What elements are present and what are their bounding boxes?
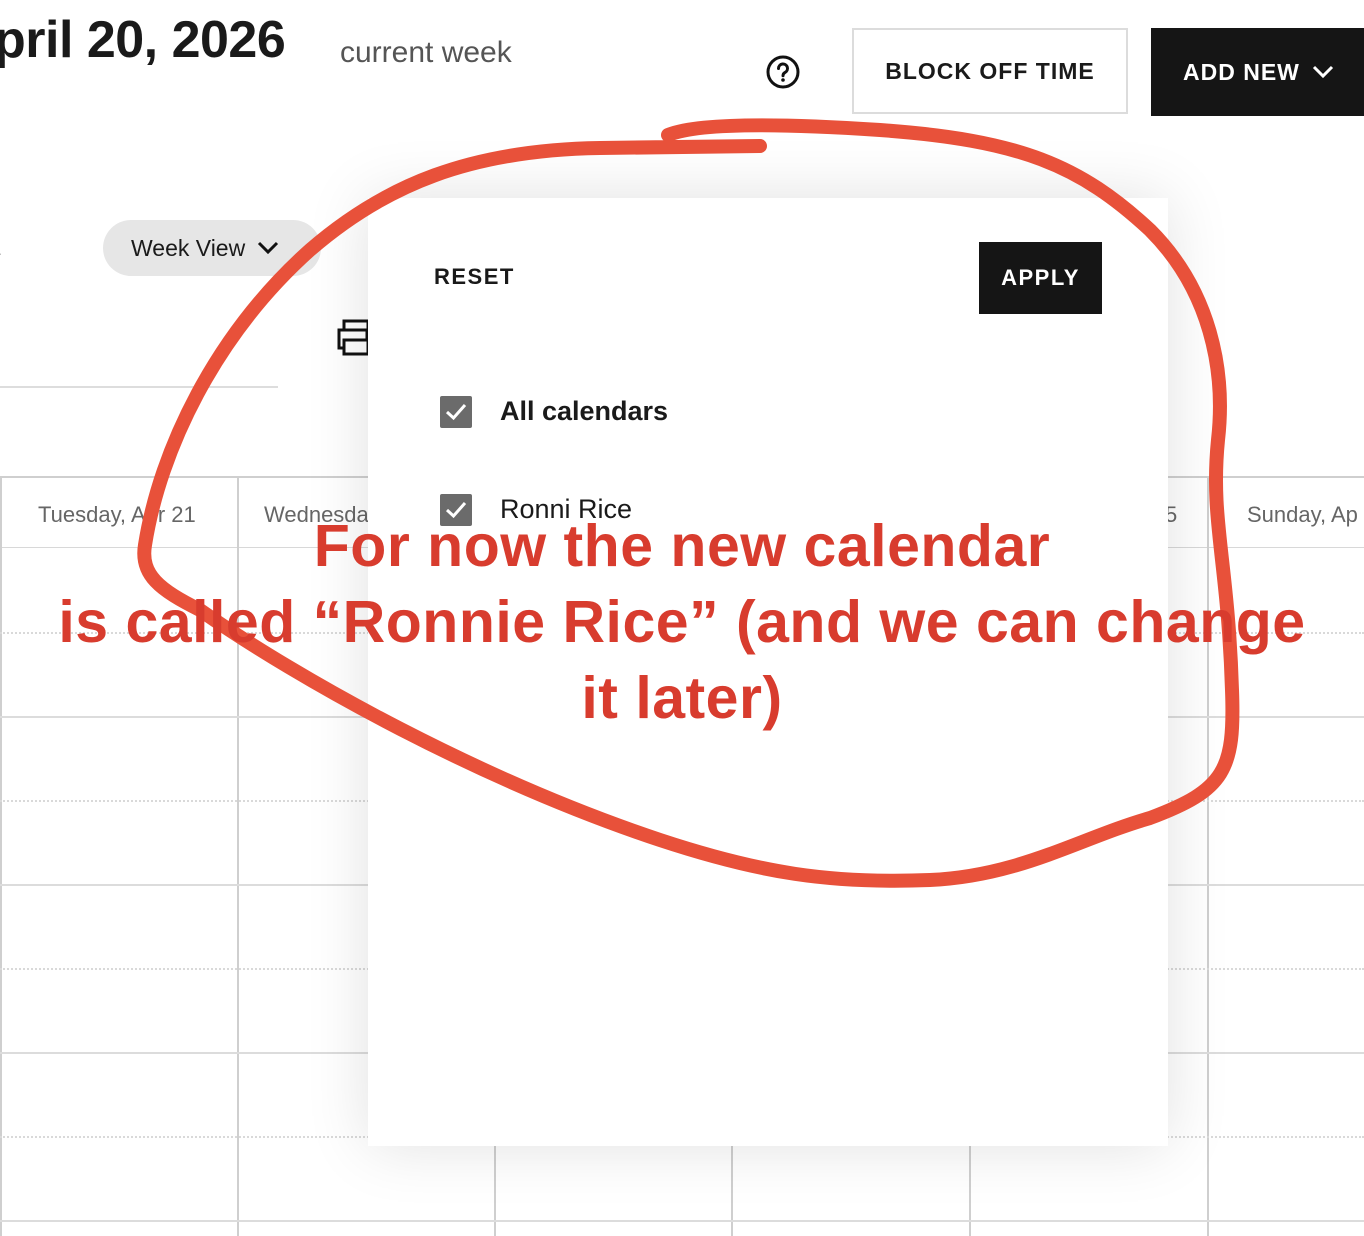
all-calendars-label[interactable]: All calendars	[500, 396, 668, 427]
current-week-label: current week	[340, 36, 512, 69]
apply-label: APPLY	[1001, 265, 1080, 290]
add-new-label: ADD NEW	[1183, 58, 1300, 85]
page-title: pril 20, 2026	[0, 11, 286, 69]
annotation-note-line-2: is called “Ronnie Rice” (and we can chan…	[58, 589, 1306, 655]
next-arrow-icon[interactable]: ›	[0, 240, 1, 266]
chevron-down-icon	[1312, 65, 1333, 79]
hour-line	[0, 1220, 1364, 1222]
all-calendars-checkbox[interactable]	[440, 396, 472, 428]
chevron-down-icon	[258, 241, 279, 255]
annotation-note-line-1: For now the new calendar	[313, 513, 1051, 579]
toolbar-divider	[0, 386, 278, 388]
block-off-time-label: BLOCK OFF TIME	[885, 57, 1095, 84]
help-circle-icon[interactable]	[766, 55, 800, 89]
print-icon[interactable]	[336, 318, 370, 358]
week-view-dropdown[interactable]: Week View	[103, 220, 321, 276]
checkmark-icon	[445, 404, 467, 421]
week-view-label: Week View	[131, 234, 246, 261]
block-off-time-button[interactable]: BLOCK OFF TIME	[852, 28, 1128, 114]
apply-button[interactable]: APPLY	[979, 242, 1102, 314]
annotation-note-line-3: it later)	[581, 665, 783, 731]
add-new-button[interactable]: ADD NEW	[1151, 28, 1364, 116]
reset-button[interactable]: RESET	[434, 264, 515, 290]
